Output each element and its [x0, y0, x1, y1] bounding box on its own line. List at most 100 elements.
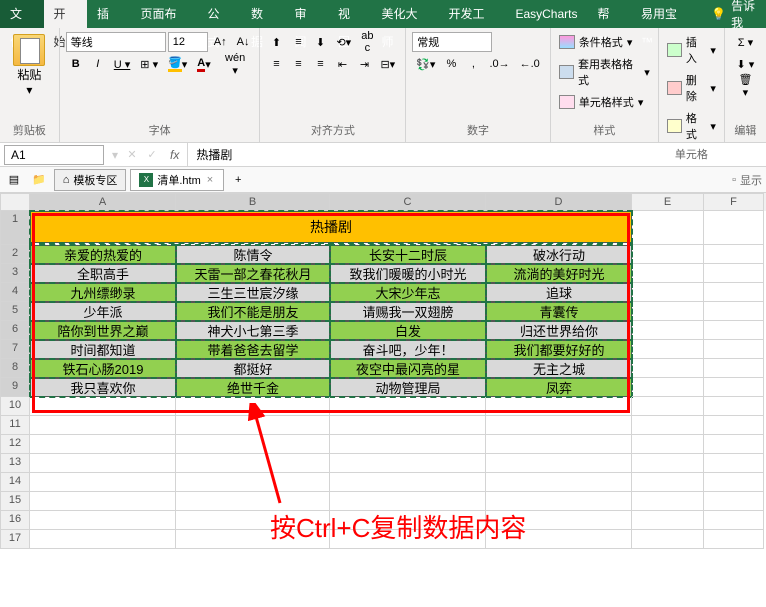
- cell[interactable]: [704, 211, 764, 245]
- conditional-format-button[interactable]: 条件格式▾: [557, 32, 652, 52]
- cell[interactable]: [30, 530, 176, 549]
- cell[interactable]: 长安十二时辰: [330, 245, 486, 264]
- cell[interactable]: [704, 511, 764, 530]
- cell[interactable]: [486, 397, 632, 416]
- row-header[interactable]: 17: [0, 530, 30, 549]
- col-header-c[interactable]: C: [330, 193, 486, 211]
- cell[interactable]: [176, 416, 330, 435]
- cell[interactable]: 无主之城: [486, 359, 632, 378]
- cell[interactable]: 九州缥缈录: [30, 283, 176, 302]
- underline-button[interactable]: U ▾: [110, 54, 135, 74]
- cell[interactable]: [704, 283, 764, 302]
- cell-title[interactable]: 热播剧: [30, 211, 632, 243]
- cell[interactable]: [632, 302, 704, 321]
- cell[interactable]: 夜空中最闪亮的星: [330, 359, 486, 378]
- tab-nav-icon[interactable]: ▤: [4, 170, 24, 190]
- fx-icon[interactable]: fx: [162, 148, 187, 162]
- align-middle-button[interactable]: ≡: [288, 32, 308, 52]
- cell[interactable]: 我们都要好好的: [486, 340, 632, 359]
- cell[interactable]: 凤弈: [486, 378, 632, 397]
- phonetic-button[interactable]: wén ▾: [217, 54, 254, 74]
- cell[interactable]: [704, 340, 764, 359]
- tab-yiyongbao[interactable]: 易用宝 ™: [631, 0, 701, 28]
- cell[interactable]: 我只喜欢你: [30, 378, 176, 397]
- col-header-f[interactable]: F: [704, 193, 764, 211]
- cell[interactable]: [704, 321, 764, 340]
- cell[interactable]: 流淌的美好时光: [486, 264, 632, 283]
- cell[interactable]: 带着爸爸去留学: [176, 340, 330, 359]
- cell[interactable]: [704, 378, 764, 397]
- cell[interactable]: 请赐我一双翅膀: [330, 302, 486, 321]
- cell[interactable]: [632, 435, 704, 454]
- delete-cells-button[interactable]: 删除▾: [665, 70, 718, 106]
- cell[interactable]: 奋斗吧，少年！: [330, 340, 486, 359]
- confirm-formula-button[interactable]: ✓: [142, 145, 162, 165]
- border-button[interactable]: ⊞ ▾: [136, 54, 162, 74]
- cell[interactable]: 绝世千金: [176, 378, 330, 397]
- cell[interactable]: [632, 245, 704, 264]
- col-header-d[interactable]: D: [486, 193, 632, 211]
- decrease-font-button[interactable]: A↓: [233, 32, 254, 52]
- cell[interactable]: [632, 492, 704, 511]
- row-header[interactable]: 5: [0, 302, 30, 321]
- row-header[interactable]: 10: [0, 397, 30, 416]
- cell[interactable]: 致我们暖暖的小时光: [330, 264, 486, 283]
- italic-button[interactable]: I: [88, 54, 108, 74]
- align-left-button[interactable]: ≡: [266, 54, 286, 74]
- cell[interactable]: [632, 530, 704, 549]
- cell[interactable]: [30, 454, 176, 473]
- tab-home[interactable]: 开始: [44, 0, 88, 28]
- cell[interactable]: 动物管理局: [330, 378, 486, 397]
- cell[interactable]: [330, 397, 486, 416]
- fill-button[interactable]: ⬇ ▾: [731, 54, 760, 74]
- cell[interactable]: [632, 454, 704, 473]
- font-color-button[interactable]: A▾: [193, 54, 214, 74]
- cell[interactable]: 破冰行动: [486, 245, 632, 264]
- row-header[interactable]: 2: [0, 245, 30, 264]
- row-header[interactable]: 4: [0, 283, 30, 302]
- cell[interactable]: [632, 378, 704, 397]
- cell[interactable]: [486, 435, 632, 454]
- autosum-button[interactable]: Σ ▾: [731, 32, 760, 52]
- cell[interactable]: [330, 416, 486, 435]
- merge-button[interactable]: ⊟▾: [376, 54, 399, 74]
- cell[interactable]: [632, 416, 704, 435]
- wrap-text-button[interactable]: abc: [357, 32, 377, 52]
- cell[interactable]: [330, 435, 486, 454]
- tab-beautify[interactable]: 美化大师: [371, 0, 438, 28]
- tab-dev[interactable]: 开发工具: [438, 0, 505, 28]
- row-header[interactable]: 8: [0, 359, 30, 378]
- cell[interactable]: 时间都知道: [30, 340, 176, 359]
- row-header[interactable]: 11: [0, 416, 30, 435]
- tab-data[interactable]: 数据: [241, 0, 285, 28]
- row-header[interactable]: 7: [0, 340, 30, 359]
- cell[interactable]: [704, 397, 764, 416]
- cell[interactable]: [330, 454, 486, 473]
- cell[interactable]: [486, 473, 632, 492]
- number-format-select[interactable]: [412, 32, 492, 52]
- cell[interactable]: [704, 454, 764, 473]
- cell[interactable]: [176, 435, 330, 454]
- decrease-decimal-button[interactable]: ←.0: [516, 54, 544, 74]
- align-center-button[interactable]: ≡: [288, 54, 308, 74]
- col-header-a[interactable]: A: [30, 193, 176, 211]
- cell[interactable]: [632, 264, 704, 283]
- show-toggle-icon[interactable]: ▫: [732, 174, 736, 186]
- cell[interactable]: [632, 511, 704, 530]
- cell[interactable]: 三生三世宸汐缘: [176, 283, 330, 302]
- tab-view[interactable]: 视图: [328, 0, 372, 28]
- row-header[interactable]: 15: [0, 492, 30, 511]
- cell[interactable]: [704, 359, 764, 378]
- cell[interactable]: [176, 473, 330, 492]
- indent-left-button[interactable]: ⇤: [332, 54, 352, 74]
- cell[interactable]: 白发: [330, 321, 486, 340]
- cell[interactable]: [632, 321, 704, 340]
- cell[interactable]: [632, 340, 704, 359]
- row-header-1[interactable]: 1: [0, 211, 30, 245]
- font-name-select[interactable]: [66, 32, 166, 52]
- cell[interactable]: [632, 211, 704, 245]
- cell[interactable]: [704, 416, 764, 435]
- cell[interactable]: 归还世界给你: [486, 321, 632, 340]
- cell[interactable]: [632, 359, 704, 378]
- row-header[interactable]: 6: [0, 321, 30, 340]
